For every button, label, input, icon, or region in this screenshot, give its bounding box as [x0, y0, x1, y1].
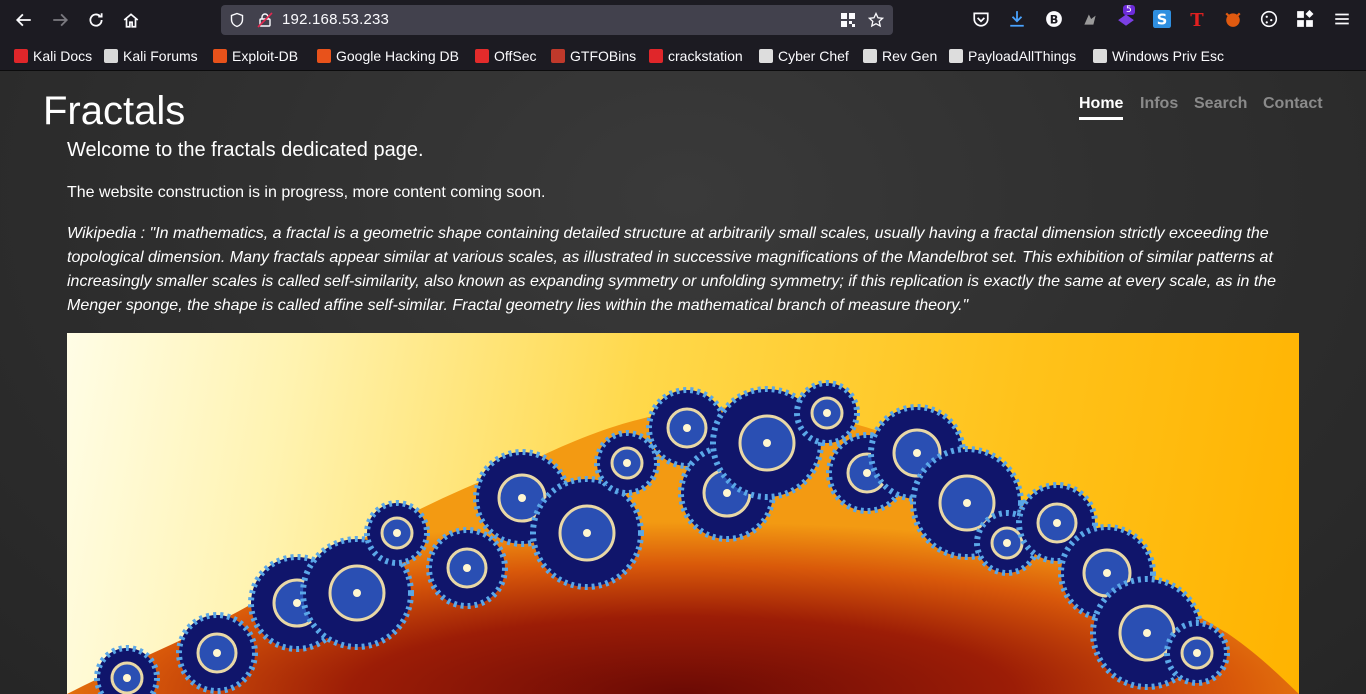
bookmark-label: PayloadAllThings [968, 48, 1077, 64]
downloads-button[interactable] [1008, 10, 1026, 28]
s-square-icon: S [1153, 10, 1171, 28]
bookmark-gtfobins[interactable]: GTFOBins [551, 46, 636, 66]
crackstation-icon [649, 49, 663, 63]
svg-text:B: B [1050, 14, 1059, 27]
arrow-right-icon [53, 13, 69, 27]
web-page: Fractals Home Infos Search Contact Welco… [0, 71, 1366, 694]
book-icon [1093, 49, 1107, 63]
forward-button[interactable] [48, 8, 72, 32]
fractal-image [67, 333, 1299, 694]
kali-docs-icon [14, 49, 28, 63]
svg-text:T: T [1190, 10, 1204, 28]
bookmark-offsec[interactable]: OffSec [475, 46, 537, 66]
menu-button[interactable] [1333, 10, 1351, 28]
extensions-grid-icon [1297, 10, 1314, 27]
pocket-icon [973, 12, 989, 27]
hamburger-menu-icon [1335, 13, 1349, 25]
reload-button[interactable] [84, 8, 108, 32]
bookmark-label: Cyber Chef [778, 48, 849, 64]
url-text[interactable]: 192.168.53.233 [282, 11, 389, 28]
nav-infos[interactable]: Infos [1140, 95, 1178, 113]
bookmark-label: Kali Forums [123, 48, 198, 64]
extension-badge-button[interactable]: 5 [1117, 5, 1135, 28]
cyberchef-icon [759, 49, 773, 63]
offsec-icon [475, 49, 489, 63]
dragon-extension-icon [1084, 14, 1096, 25]
nav-contact[interactable]: Contact [1263, 95, 1323, 113]
back-button[interactable] [12, 8, 36, 32]
qr-code-icon[interactable] [840, 12, 856, 28]
foxyproxy-icon [1225, 12, 1241, 27]
extension-cookie-button[interactable] [1260, 10, 1278, 28]
github-icon [949, 49, 963, 63]
extension-fox-button[interactable] [1224, 10, 1242, 28]
shield-icon[interactable] [229, 12, 245, 28]
extension-badge-count: 5 [1123, 5, 1135, 15]
wikipedia-quote: Wikipedia : "In mathematics, a fractal i… [67, 225, 1277, 314]
main-content: Welcome to the fractals dedicated page. … [67, 139, 1299, 318]
extension-b-button[interactable]: B [1045, 10, 1063, 28]
t-red-icon: T [1190, 10, 1204, 28]
gtfobins-icon [551, 49, 565, 63]
home-button[interactable] [119, 8, 143, 32]
bookmark-label: crackstation [668, 48, 743, 64]
kali-dragon-icon [104, 49, 118, 63]
insecure-lock-icon[interactable] [257, 12, 273, 28]
bookmark-payloadallthings[interactable]: PayloadAllThings [949, 46, 1076, 66]
intro-paragraph: The website construction is in progress,… [67, 184, 546, 201]
nav-search[interactable]: Search [1194, 95, 1247, 113]
cookie-icon [1260, 10, 1278, 28]
ghdb-icon [317, 49, 331, 63]
bookmark-crackstation[interactable]: crackstation [649, 46, 743, 66]
lead-text: Welcome to the fractals dedicated page. [67, 139, 424, 161]
extension-s-button[interactable]: S [1153, 10, 1171, 28]
home-icon [123, 13, 139, 28]
bookmark-label: Kali Docs [33, 48, 93, 64]
download-icon [1010, 11, 1024, 27]
site-brand[interactable]: Fractals [43, 89, 185, 134]
bookmark-label: GTFOBins [570, 48, 637, 64]
svg-text:S: S [1157, 12, 1168, 28]
star-bookmark-icon[interactable] [868, 12, 884, 28]
bookmark-label: Google Hacking DB [336, 48, 459, 64]
bookmark-label: Windows Priv Esc [1112, 48, 1225, 64]
extensions-button[interactable] [1296, 10, 1314, 28]
pocket-button[interactable] [972, 10, 990, 28]
bookmark-label: Exploit-DB [232, 48, 299, 64]
bookmark-kali-docs[interactable]: Kali Docs [14, 46, 92, 66]
browser-toolbar: 192.168.53.233 B 5 S T [0, 0, 1366, 40]
reload-icon [89, 13, 103, 27]
bookmark-label: Rev Gen [882, 48, 938, 64]
b-circle-icon: B [1046, 11, 1062, 27]
bookmarks-toolbar: Kali Docs Kali Forums Exploit-DB Google Hac… [0, 40, 1366, 71]
bookmark-google-hacking-db[interactable]: Google Hacking DB [317, 46, 459, 66]
extension-puzzle-button[interactable] [1081, 10, 1099, 28]
bookmark-windows-priv-esc[interactable]: Windows Priv Esc [1093, 46, 1224, 66]
url-bar[interactable]: 192.168.53.233 [221, 5, 893, 35]
extension-t-button[interactable]: T [1188, 10, 1206, 28]
exploit-db-icon [213, 49, 227, 63]
bookmark-exploit-db[interactable]: Exploit-DB [213, 46, 298, 66]
bookmark-kali-forums[interactable]: Kali Forums [104, 46, 198, 66]
nav-home[interactable]: Home [1079, 95, 1124, 120]
bookmark-cyber-chef[interactable]: Cyber Chef [759, 46, 849, 66]
skull-icon [863, 49, 877, 63]
bookmark-label: OffSec [494, 48, 537, 64]
arrow-left-icon [15, 13, 31, 27]
bookmark-rev-gen[interactable]: Rev Gen [863, 46, 937, 66]
